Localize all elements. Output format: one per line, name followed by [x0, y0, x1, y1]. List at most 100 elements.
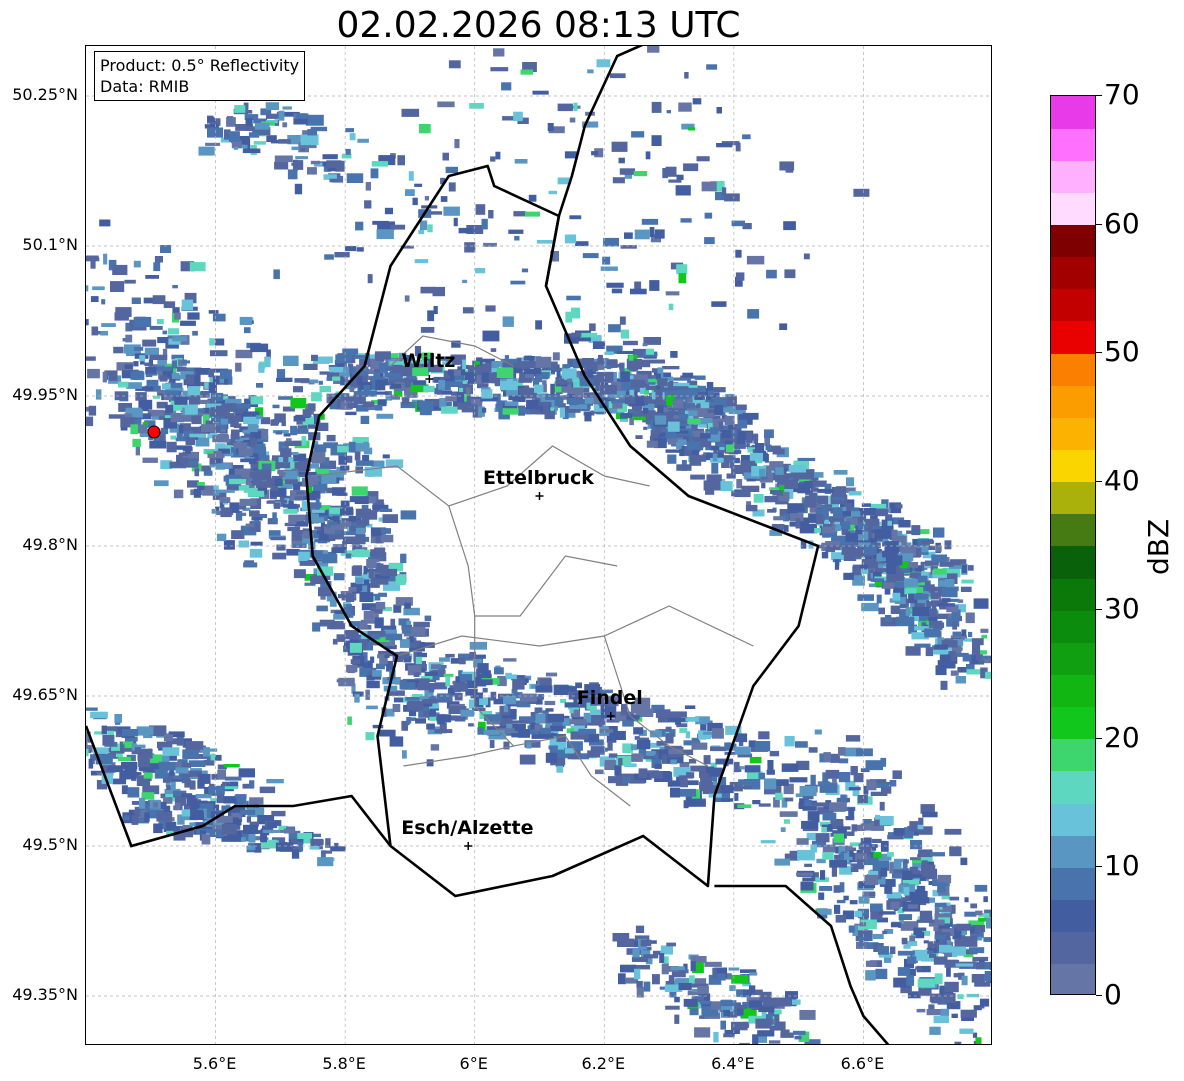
- echo-cell: [764, 778, 777, 790]
- echo-cell: [624, 395, 636, 405]
- echo-cell: [307, 129, 318, 136]
- echo-cell: [138, 759, 150, 767]
- echo-cell: [821, 552, 829, 559]
- echo-cell: [144, 362, 151, 366]
- echo-cell: [649, 771, 664, 779]
- echo-cell: [879, 816, 894, 826]
- echo-cell: [694, 396, 704, 400]
- echo-cell: [831, 867, 837, 877]
- echo-cell: [654, 763, 662, 769]
- echo-cell: [990, 988, 991, 1000]
- lon-tick-label: 6.6°E: [840, 1054, 885, 1073]
- echo-cell: [793, 1030, 806, 1035]
- radar-map[interactable]: [85, 45, 992, 1045]
- country-borders: [86, 46, 890, 1044]
- echo-cell: [928, 616, 938, 622]
- echo-cell: [438, 380, 446, 390]
- echo-cell: [535, 685, 553, 693]
- echo-cell: [125, 764, 137, 775]
- echo-cell: [229, 478, 246, 485]
- echo-cell: [823, 511, 829, 520]
- echo-cell: [889, 780, 897, 787]
- echo-cell: [376, 663, 385, 670]
- echo-cell: [160, 427, 169, 435]
- echo-cell: [680, 788, 697, 797]
- echo-cell: [870, 578, 885, 582]
- echo-cell: [836, 826, 851, 830]
- echo-cell: [983, 896, 988, 903]
- echo-cell: [713, 1032, 719, 1043]
- echo-cell: [224, 776, 242, 781]
- echo-cell: [643, 981, 651, 992]
- echo-cell: [496, 367, 514, 378]
- echo-cell: [807, 811, 819, 821]
- echo-cell: [175, 445, 192, 450]
- echo-cell: [884, 541, 899, 552]
- echo-cell: [952, 621, 958, 630]
- echo-cell: [414, 259, 429, 264]
- echo-cell: [254, 122, 270, 130]
- echo-cell: [182, 360, 190, 364]
- echo-cell: [424, 615, 432, 621]
- echo-cell: [649, 280, 660, 291]
- echo-cell: [351, 486, 368, 496]
- echo-cell: [975, 655, 981, 661]
- echo-cell: [392, 704, 401, 712]
- echo-cell: [126, 382, 142, 389]
- echo-cell: [795, 741, 808, 748]
- echo-cell: [354, 355, 366, 359]
- echo-cell: [731, 1021, 748, 1031]
- echo-cell: [209, 464, 216, 468]
- echo-cell: [164, 805, 171, 812]
- echo-cell: [154, 256, 163, 263]
- echo-cell: [630, 744, 638, 751]
- echo-cell: [611, 141, 628, 152]
- echo-cell: [514, 159, 528, 164]
- echo-cell: [495, 151, 501, 160]
- echo-cell: [274, 155, 293, 163]
- echo-cell: [940, 680, 948, 690]
- echo-cell: [935, 665, 947, 676]
- echo-cell: [727, 395, 737, 407]
- echo-cell: [270, 485, 279, 491]
- echo-cell: [348, 441, 356, 453]
- echo-cell: [504, 401, 519, 406]
- echo-cell: [208, 368, 214, 378]
- echo-cell: [928, 584, 935, 593]
- echo-cell: [875, 568, 887, 573]
- echo-cell: [138, 748, 153, 759]
- echo-cell: [231, 415, 242, 421]
- echo-cell: [944, 952, 952, 957]
- echo-cell: [768, 1040, 781, 1044]
- echo-cell: [404, 602, 411, 609]
- echo-cell: [333, 613, 346, 620]
- echo-cell: [879, 911, 896, 915]
- echo-cell: [917, 824, 924, 830]
- echo-cell: [655, 391, 663, 403]
- echo-cell: [674, 996, 680, 1003]
- echo-cell: [270, 536, 286, 541]
- echo-cell: [670, 759, 677, 765]
- echo-cell: [602, 256, 611, 265]
- echo-cell: [634, 281, 642, 290]
- echo-cell: [181, 299, 194, 311]
- echo-cell: [873, 852, 882, 859]
- echo-cell: [807, 1044, 812, 1045]
- echo-cell: [174, 396, 188, 405]
- echo-cell: [633, 727, 644, 735]
- echo-cell: [159, 375, 168, 382]
- echo-cell: [490, 67, 509, 72]
- echo-cell: [185, 374, 195, 385]
- echo-cell: [234, 105, 246, 113]
- echo-cell: [890, 901, 900, 909]
- echo-cell: [209, 350, 228, 357]
- echo-cell: [311, 509, 325, 513]
- echo-cell: [773, 516, 786, 521]
- echo-cell: [295, 156, 308, 160]
- echo-cell: [359, 621, 368, 629]
- echo-cell: [508, 229, 524, 234]
- echo-cell: [834, 904, 841, 914]
- echo-cell: [90, 296, 99, 302]
- echo-cell: [676, 264, 688, 274]
- echo-cell: [972, 645, 981, 655]
